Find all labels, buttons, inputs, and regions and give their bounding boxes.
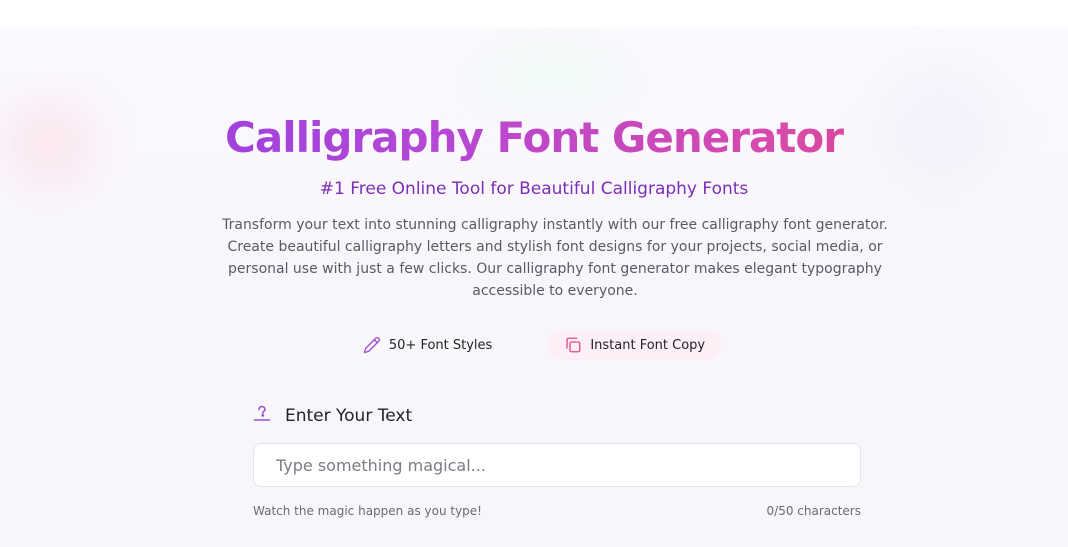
text-cursor-icon [253, 404, 271, 427]
input-hint: Watch the magic happen as you type! [253, 504, 482, 518]
main-page: Calligraphy Font Generator #1 Free Onlin… [0, 27, 1068, 547]
decorative-blob [470, 47, 630, 107]
feature-font-styles: 50+ Font Styles [346, 330, 509, 360]
input-label-row: Enter Your Text [253, 404, 412, 427]
character-counter: 0/50 characters [766, 504, 861, 518]
feature-label: 50+ Font Styles [388, 337, 493, 353]
input-label: Enter Your Text [285, 405, 413, 426]
feature-label: Instant Font Copy [590, 337, 706, 353]
page-description: Transform your text into stunning callig… [222, 217, 888, 299]
page-subtitle: #1 Free Online Tool for Beautiful Callig… [319, 179, 749, 199]
feature-list: 50+ Font Styles Instant Font Copy [0, 330, 1068, 360]
feature-instant-copy: Instant Font Copy [548, 330, 722, 360]
page-title: Calligraphy Font Generator [0, 112, 1068, 164]
top-strip [0, 0, 1068, 27]
text-input[interactable] [253, 443, 861, 487]
copy-icon [564, 336, 582, 354]
pen-icon [363, 336, 381, 354]
